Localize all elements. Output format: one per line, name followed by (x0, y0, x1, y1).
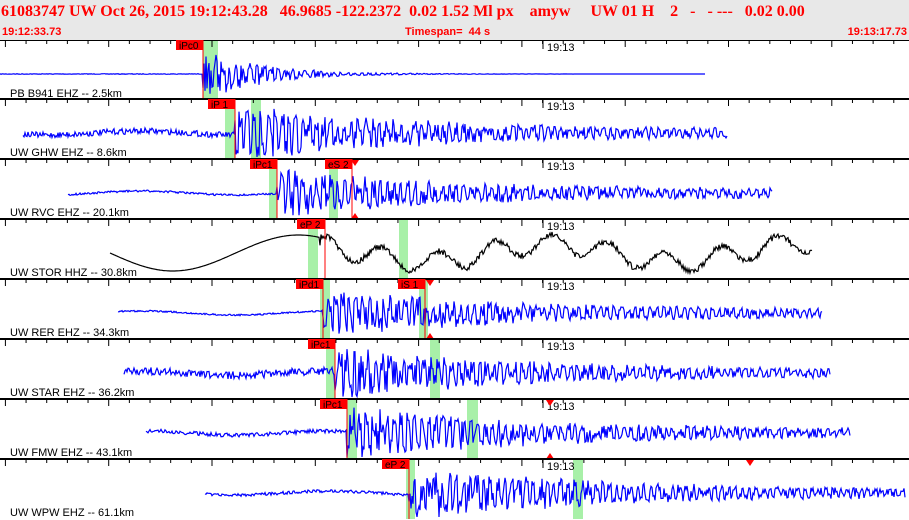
waveform (117, 292, 823, 334)
station-label: UW WPW EHZ -- 61.1km (10, 507, 134, 519)
minute-label: 19:13 (547, 281, 575, 293)
end-time: 19:13:17.73 (847, 26, 907, 38)
waveform (109, 231, 813, 276)
pick-window (399, 220, 408, 279)
trace-panel[interactable]: 19:13iPc1UW FMW EHZ -- 43.1km (0, 398, 909, 459)
trace-panel[interactable]: 19:13 eP 2 UW STOR HHZ -- 30.8km (0, 218, 909, 279)
seismogram-panels[interactable]: 19:13iPc0PB B941 EHZ -- 2.5km19:13iP 1UW… (0, 40, 909, 520)
pick-label[interactable]: eP 2 (385, 460, 406, 471)
pick-label[interactable]: iPd1 (299, 280, 319, 291)
pick-label[interactable]: eP 2 (300, 220, 321, 231)
pick-label[interactable]: iPc1 (253, 160, 273, 171)
pick-label[interactable]: iP 1 (211, 100, 228, 111)
minute-label: 19:13 (547, 101, 575, 113)
waveform (145, 407, 851, 458)
trace-panel[interactable]: 19:13 iPc1 eS 2 UW RVC EHZ -- 20.1km (0, 158, 909, 219)
event-summary: 61083747 UW Oct 26, 2015 19:12:43.28 46.… (1, 3, 805, 20)
minute-label: 19:13 (547, 161, 575, 173)
trace-panel[interactable]: 19:13iPc0PB B941 EHZ -- 2.5km (0, 40, 909, 100)
minute-label: 19:13 (547, 221, 575, 233)
start-time: 19:12:33.73 (2, 26, 62, 38)
station-label: UW STAR EHZ -- 36.2km (10, 387, 134, 399)
pick-label[interactable]: iPc1 (311, 340, 331, 351)
event-header: 61083747 UW Oct 26, 2015 19:12:43.28 46.… (0, 0, 909, 40)
minute-label: 19:13 (547, 42, 575, 54)
trace-panel[interactable]: 19:13 iP 1 UW GHW EHZ -- 8.6km (0, 98, 909, 159)
waveform (123, 349, 831, 399)
trace-panel[interactable]: 19:13 eP 2 UW WPW EHZ -- 61.1km (0, 458, 909, 519)
waveform (204, 472, 906, 518)
station-label: UW STOR HHZ -- 30.8km (10, 267, 137, 279)
station-label: UW GHW EHZ -- 8.6km (10, 147, 127, 159)
trace-panel[interactable]: 19:13 iPd1 iS 1 UW RER EHZ -- 34.3km (0, 278, 909, 339)
pick-label[interactable]: iS 1 (401, 280, 419, 291)
waveform (22, 108, 728, 158)
minute-label: 19:13 (547, 341, 575, 353)
station-label: UW RVC EHZ -- 20.1km (10, 207, 129, 219)
station-label: UW RER EHZ -- 34.3km (10, 327, 129, 339)
pick-label[interactable]: iPc1 (323, 400, 343, 411)
timespan: Timespan= 44 s (405, 26, 491, 38)
pick-window (430, 340, 440, 399)
trace-panel[interactable]: 19:13 iPc1 UW STAR EHZ -- 36.2km (0, 338, 909, 399)
waveform (67, 168, 773, 216)
station-label: UW FMW EHZ -- 43.1km (10, 447, 132, 459)
minute-label: 19:13 (547, 461, 575, 473)
pick-label[interactable]: iPc0 (179, 41, 199, 52)
amplitude-marker-icon (746, 460, 754, 466)
pick-label[interactable]: eS 2 (328, 160, 349, 171)
